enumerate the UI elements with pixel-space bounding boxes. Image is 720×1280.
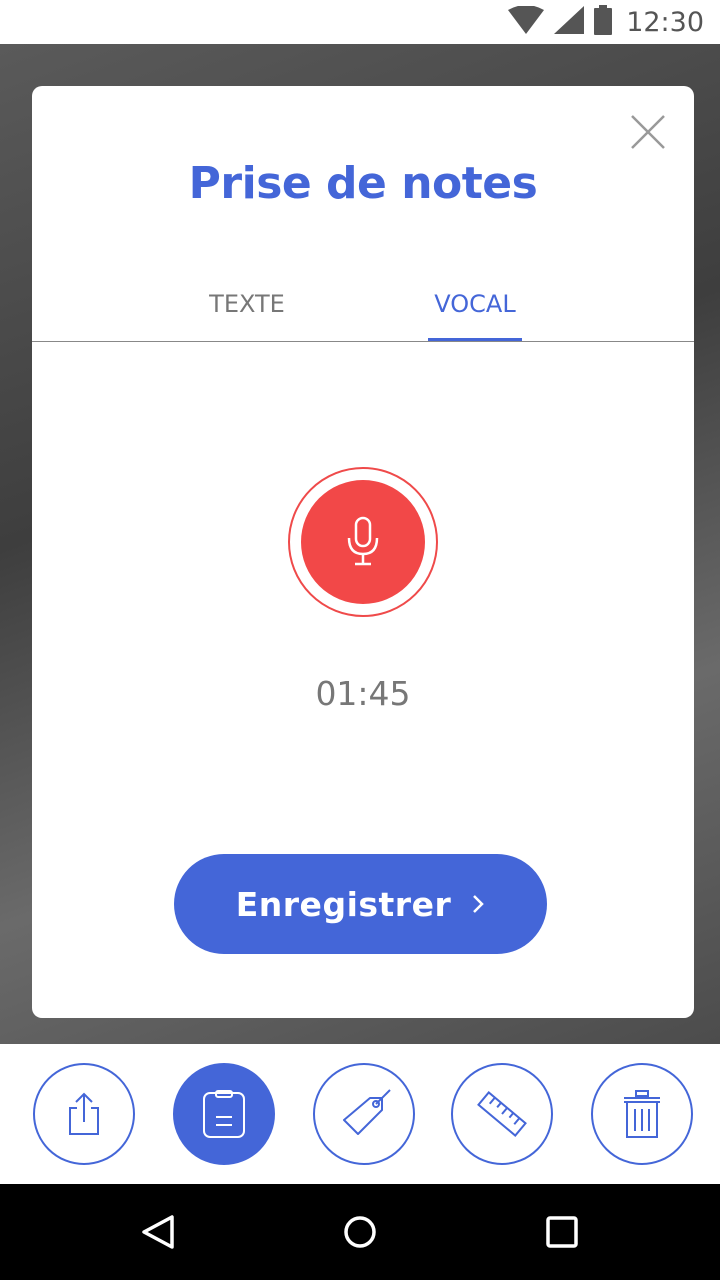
tag-icon (343, 1089, 391, 1135)
chevron-right-icon (473, 895, 485, 913)
record-button-fill (301, 480, 425, 604)
tab-vocal[interactable]: VOCAL (428, 278, 522, 342)
signal-icon (554, 6, 585, 38)
status-bar: 12:30 (0, 0, 720, 44)
nav-recents-button[interactable] (536, 1206, 588, 1258)
back-icon (142, 1215, 174, 1249)
microphone-icon (347, 516, 379, 566)
share-button[interactable] (33, 1063, 135, 1165)
tabs: TEXTE VOCAL (32, 278, 694, 342)
measure-button[interactable] (451, 1063, 553, 1165)
recents-icon (546, 1216, 578, 1248)
notes-modal: Prise de notes TEXTE VOCAL 01:45 Enregis… (32, 86, 694, 1018)
close-icon (631, 115, 665, 149)
clipboard-icon (203, 1090, 245, 1138)
status-time: 12:30 (626, 6, 704, 38)
notes-button[interactable] (173, 1063, 275, 1165)
record-button[interactable] (288, 467, 438, 617)
save-button-label: Enregistrer (235, 884, 452, 924)
tabs-divider (32, 341, 694, 342)
tab-texte[interactable]: TEXTE (192, 278, 302, 342)
close-button[interactable] (628, 112, 668, 152)
tab-label: VOCAL (434, 290, 516, 318)
delete-button[interactable] (591, 1063, 693, 1165)
recording-timer: 01:45 (315, 674, 411, 713)
save-button[interactable]: Enregistrer (174, 854, 547, 954)
trash-icon (624, 1090, 660, 1138)
home-icon (344, 1216, 376, 1248)
modal-title: Prise de notes (188, 158, 538, 209)
tab-label: TEXTE (209, 290, 285, 318)
action-toolbar (0, 1044, 720, 1184)
wifi-icon (508, 5, 545, 38)
nav-home-button[interactable] (334, 1206, 386, 1258)
tag-button[interactable] (313, 1063, 415, 1165)
status-icons: 12:30 (508, 5, 704, 39)
system-nav-bar (0, 1184, 720, 1280)
nav-back-button[interactable] (132, 1206, 184, 1258)
share-icon (69, 1092, 99, 1135)
battery-icon (594, 5, 613, 39)
ruler-icon (477, 1091, 527, 1137)
